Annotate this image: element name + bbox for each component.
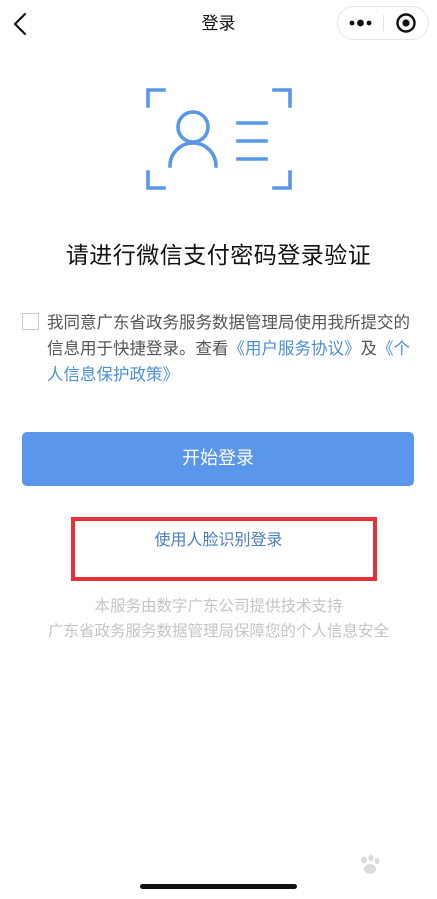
mini-program-capsule — [337, 6, 429, 40]
start-login-button[interactable]: 开始登录 — [22, 432, 414, 486]
more-button[interactable] — [338, 7, 383, 39]
target-close-icon — [396, 13, 416, 33]
more-dots-icon — [349, 19, 372, 27]
footer-line-2: 广东省政务服务数据管理局保障您的个人信息安全 — [47, 622, 389, 640]
agreement-checkbox[interactable] — [22, 313, 39, 330]
footer-line-1: 本服务由数字广东公司提供技术支持 — [94, 597, 343, 615]
baidu-jingyan-watermark — [361, 854, 380, 874]
close-mini-program-button[interactable] — [384, 7, 429, 39]
agreement-connector: 及 — [360, 339, 378, 358]
footer-note: 本服务由数字广东公司提供技术支持 广东省政务服务数据管理局保障您的个人信息安全 — [0, 594, 437, 644]
home-indicator[interactable] — [140, 884, 297, 889]
id-card-scan-icon — [146, 88, 292, 190]
verification-heading: 请进行微信支付密码登录验证 — [65, 243, 372, 269]
agreement-section: 我同意广东省政务服务数据管理局使用我所提交的信息用于快捷登录。查看《用户服务协议… — [22, 310, 418, 388]
face-recognition-login-link[interactable]: 使用人脸识别登录 — [0, 528, 437, 552]
user-service-agreement-link[interactable]: 《用户服务协议》 — [229, 339, 361, 358]
navigation-bar: 登录 — [0, 0, 437, 48]
agreement-text: 我同意广东省政务服务数据管理局使用我所提交的信息用于快捷登录。查看《用户服务协议… — [47, 310, 418, 388]
